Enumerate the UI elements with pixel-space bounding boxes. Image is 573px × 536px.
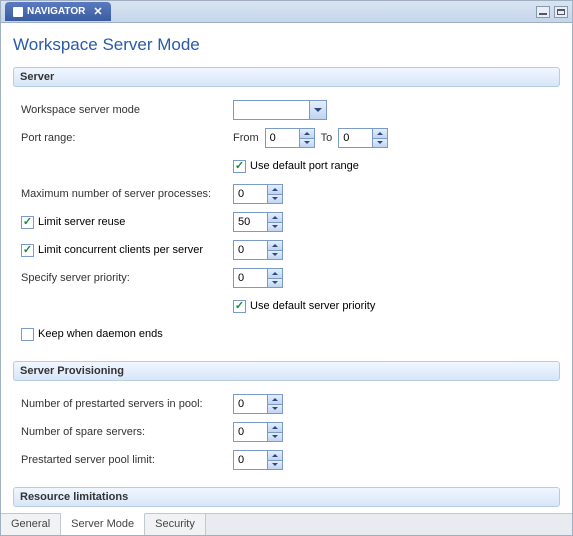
spinner-down-icon[interactable] (268, 223, 282, 232)
spare-value[interactable]: 0 (234, 423, 267, 441)
bottom-tabs: General Server Mode Security (1, 513, 572, 535)
spinner-up-icon[interactable] (268, 269, 282, 279)
use-default-priority-label: Use default server priority (250, 300, 375, 312)
port-to-spinner[interactable]: 0 (338, 128, 388, 148)
from-label: From (233, 132, 259, 144)
spare-label: Number of spare servers: (21, 426, 233, 438)
spinner-down-icon[interactable] (268, 195, 282, 204)
spinner-up-icon[interactable] (373, 129, 387, 139)
port-to-value[interactable]: 0 (339, 129, 372, 147)
navigator-tab[interactable]: NAVIGATOR ✕ (5, 2, 111, 21)
workspace-mode-label: Workspace server mode (21, 104, 233, 116)
port-from-value[interactable]: 0 (266, 129, 299, 147)
max-processes-spinner[interactable]: 0 (233, 184, 283, 204)
spinner-up-icon[interactable] (268, 395, 282, 405)
navigator-tab-icon (13, 7, 23, 17)
section-header-resource: Resource limitations (13, 487, 560, 507)
limit-reuse-value[interactable]: 50 (234, 213, 267, 231)
window-controls (536, 6, 568, 18)
section-provisioning: Number of prestarted servers in pool: 0 … (13, 389, 560, 487)
use-default-port-label: Use default port range (250, 160, 359, 172)
minimize-button[interactable] (536, 6, 550, 18)
spinner-up-icon[interactable] (268, 185, 282, 195)
section-server: Workspace server mode Port range: From 0… (13, 95, 560, 361)
spinner-down-icon[interactable] (268, 279, 282, 288)
pool-limit-value[interactable]: 0 (234, 451, 267, 469)
close-icon[interactable]: ✕ (93, 5, 102, 18)
prestarted-label: Number of prestarted servers in pool: (21, 398, 233, 410)
priority-label: Specify server priority: (21, 272, 233, 284)
use-default-priority-checkbox[interactable] (233, 300, 246, 313)
priority-value[interactable]: 0 (234, 269, 267, 287)
tab-server-mode[interactable]: Server Mode (61, 513, 145, 535)
titlebar: NAVIGATOR ✕ (1, 1, 572, 23)
port-from-spinner[interactable]: 0 (265, 128, 315, 148)
workspace-mode-dropdown[interactable] (233, 100, 327, 120)
keep-daemon-checkbox[interactable] (21, 328, 34, 341)
tab-security[interactable]: Security (145, 514, 206, 535)
prestarted-value[interactable]: 0 (234, 395, 267, 413)
prestarted-spinner[interactable]: 0 (233, 394, 283, 414)
keep-daemon-label: Keep when daemon ends (38, 328, 163, 340)
limit-reuse-label: Limit server reuse (38, 216, 125, 228)
content-area: Workspace Server Mode Server Workspace s… (1, 23, 572, 513)
spinner-up-icon[interactable] (268, 213, 282, 223)
spinner-up-icon[interactable] (268, 451, 282, 461)
spinner-up-icon[interactable] (268, 423, 282, 433)
chevron-down-icon[interactable] (309, 101, 326, 119)
section-header-provisioning: Server Provisioning (13, 361, 560, 381)
max-processes-value[interactable]: 0 (234, 185, 267, 203)
pool-limit-spinner[interactable]: 0 (233, 450, 283, 470)
spinner-up-icon[interactable] (268, 241, 282, 251)
limit-reuse-checkbox[interactable] (21, 216, 34, 229)
limit-concurrent-checkbox[interactable] (21, 244, 34, 257)
spinner-down-icon[interactable] (268, 405, 282, 414)
limit-concurrent-label: Limit concurrent clients per server (38, 244, 203, 256)
spinner-down-icon[interactable] (268, 461, 282, 470)
navigator-tab-label: NAVIGATOR (27, 6, 85, 17)
tab-general[interactable]: General (1, 514, 61, 535)
page-title: Workspace Server Mode (13, 35, 560, 55)
spinner-down-icon[interactable] (268, 433, 282, 442)
limit-reuse-spinner[interactable]: 50 (233, 212, 283, 232)
use-default-port-checkbox[interactable] (233, 160, 246, 173)
port-range-label: Port range: (21, 132, 233, 144)
to-label: To (321, 132, 333, 144)
spinner-down-icon[interactable] (300, 139, 314, 148)
limit-concurrent-spinner[interactable]: 0 (233, 240, 283, 260)
max-processes-label: Maximum number of server processes: (21, 188, 233, 200)
priority-spinner[interactable]: 0 (233, 268, 283, 288)
maximize-button[interactable] (554, 6, 568, 18)
limit-concurrent-value[interactable]: 0 (234, 241, 267, 259)
spinner-up-icon[interactable] (300, 129, 314, 139)
section-header-server: Server (13, 67, 560, 87)
spare-spinner[interactable]: 0 (233, 422, 283, 442)
pool-limit-label: Prestarted server pool limit: (21, 454, 233, 466)
spinner-down-icon[interactable] (373, 139, 387, 148)
spinner-down-icon[interactable] (268, 251, 282, 260)
